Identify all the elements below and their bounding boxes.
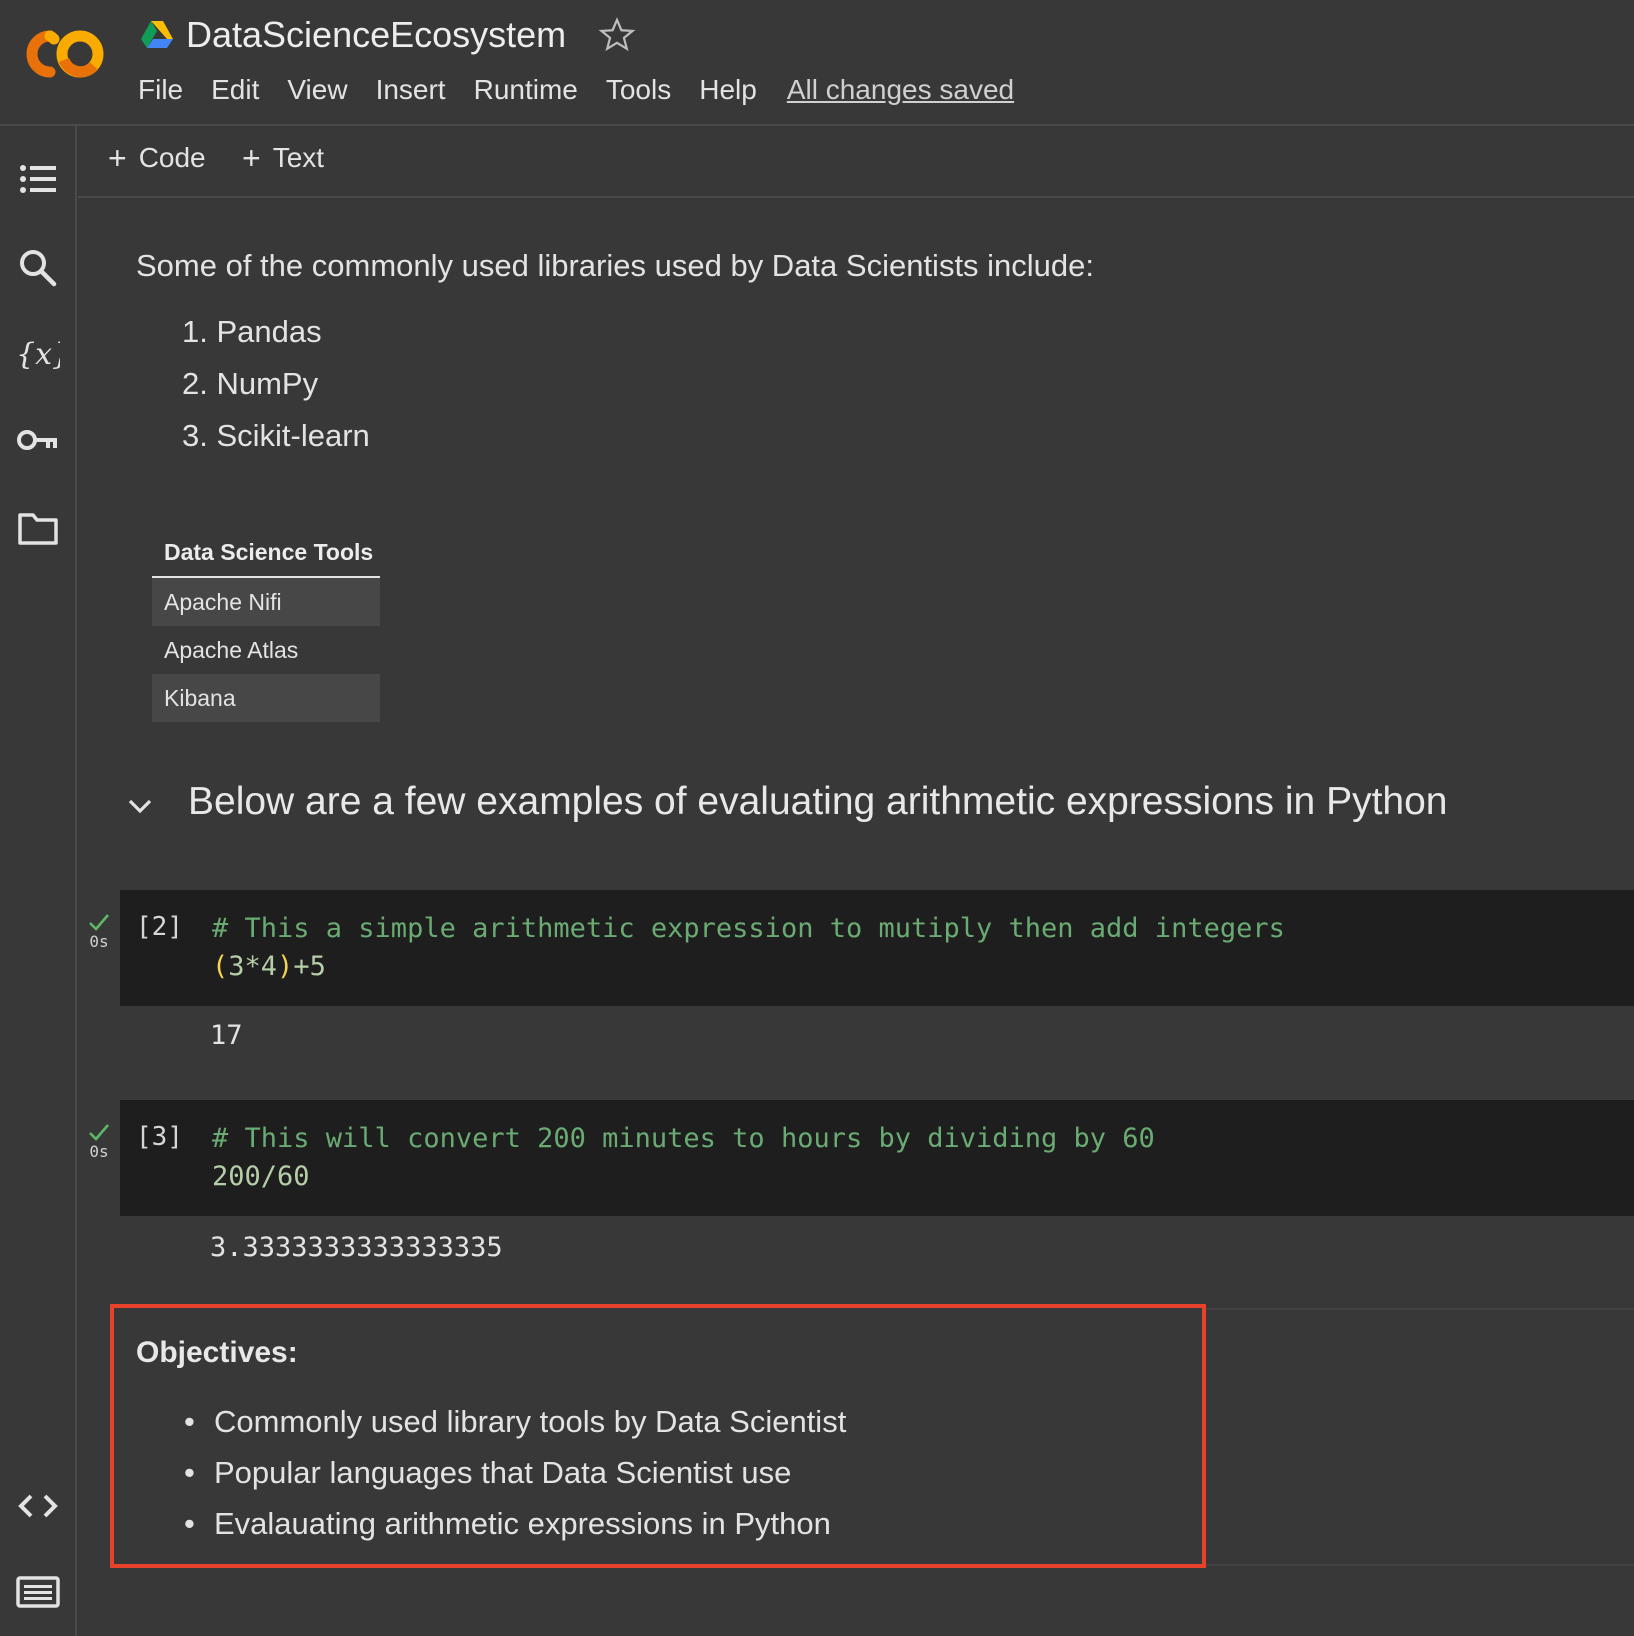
save-status-link[interactable]: All changes saved <box>787 74 1014 106</box>
menu-runtime[interactable]: Runtime <box>474 74 578 106</box>
table-row: Apache Atlas <box>164 637 299 663</box>
table-of-contents-icon[interactable] <box>16 158 60 202</box>
code-expression: 3*4 <box>228 951 278 982</box>
cell-divider <box>1206 1564 1634 1566</box>
cell-run-status: 0s <box>84 912 114 951</box>
table-row: Apache Nifi <box>152 578 380 626</box>
collapse-section-chevron-icon[interactable] <box>124 790 156 822</box>
left-sidebar: {x} <box>0 126 77 1636</box>
execution-time: 0s <box>89 1142 109 1161</box>
list-item: 3. Scikit-learn <box>182 418 370 453</box>
execution-count[interactable]: [2] <box>136 912 183 942</box>
cell-output: 17 <box>210 1020 243 1051</box>
list-item: • Evalauating arithmetic expressions in P… <box>184 1506 846 1557</box>
menu-bar: File Edit View Insert Runtime Tools Help… <box>138 74 1014 106</box>
menu-file[interactable]: File <box>138 74 183 106</box>
code-expression: 200/60 <box>212 1161 310 1192</box>
add-code-button[interactable]: + Code <box>108 142 206 174</box>
objectives-title: Objectives: <box>136 1336 298 1369</box>
add-code-label: Code <box>138 142 206 173</box>
code-snippets-icon[interactable] <box>16 1484 60 1528</box>
code-comment: # This a simple arithmetic expression to… <box>212 913 1285 944</box>
intro-text: Some of the commonly used libraries used… <box>136 248 1095 283</box>
cell-divider <box>1206 1308 1634 1310</box>
menu-edit[interactable]: Edit <box>211 74 259 106</box>
colab-logo-icon[interactable] <box>20 22 110 86</box>
star-icon[interactable] <box>598 16 636 54</box>
section-heading: Below are a few examples of evaluating a… <box>188 780 1448 823</box>
objectives-list: • Commonly used library tools by Data Sci… <box>184 1404 846 1557</box>
objective-text: Evalauating arithmetic expressions in Py… <box>214 1506 831 1541</box>
search-icon[interactable] <box>16 246 60 290</box>
list-item: 1. Pandas <box>182 314 322 349</box>
notebook-title[interactable]: DataScienceEcosystem <box>186 14 566 56</box>
add-text-label: Text <box>272 142 325 173</box>
app-header: DataScienceEcosystem File Edit View Inse… <box>0 0 1634 126</box>
objective-text: Popular languages that Data Scientist us… <box>214 1455 792 1490</box>
code-expression: +5 <box>293 951 326 982</box>
cell-run-status: 0s <box>84 1122 114 1161</box>
notebook-toolbar: + Code + Text <box>78 126 1634 198</box>
list-item: • Commonly used library tools by Data Sci… <box>184 1404 846 1455</box>
code-cell[interactable]: [3] # This will convert 200 minutes to h… <box>120 1100 1634 1216</box>
code-paren: ) <box>277 951 294 982</box>
secrets-key-icon[interactable] <box>16 418 60 462</box>
objective-text: Commonly used library tools by Data Scie… <box>214 1404 847 1439</box>
table-header: Data Science Tools <box>152 530 380 578</box>
plus-icon: + <box>242 140 261 176</box>
code-editor[interactable]: # This will convert 200 minutes to hours… <box>212 1120 1155 1196</box>
menu-view[interactable]: View <box>287 74 347 106</box>
menu-insert[interactable]: Insert <box>376 74 446 106</box>
execution-time: 0s <box>89 932 109 951</box>
code-comment: # This will convert 200 minutes to hours… <box>212 1123 1155 1154</box>
bullet-icon: • <box>184 1455 195 1490</box>
cell-output: 3.3333333333333335 <box>210 1232 503 1263</box>
terminal-icon[interactable] <box>16 1570 60 1614</box>
check-icon <box>89 914 109 931</box>
check-icon <box>89 1124 109 1141</box>
objectives-highlight-box[interactable]: Objectives: • Commonly used library tools… <box>110 1304 1206 1568</box>
table-row: Kibana <box>152 674 380 722</box>
add-text-button[interactable]: + Text <box>242 142 324 174</box>
code-paren: ( <box>212 951 229 982</box>
code-cell[interactable]: [2] # This a simple arithmetic expressio… <box>120 890 1634 1006</box>
variables-icon[interactable]: {x} <box>16 332 60 376</box>
list-item: 2. NumPy <box>182 366 319 401</box>
bullet-icon: • <box>184 1404 195 1439</box>
libraries-list: 1. Pandas 2. NumPy 3. Scikit-learn <box>182 314 370 470</box>
execution-count[interactable]: [3] <box>136 1122 183 1152</box>
tools-table: Data Science Tools Apache Nifi Apache At… <box>152 530 380 722</box>
code-editor[interactable]: # This a simple arithmetic expression to… <box>212 910 1285 986</box>
plus-icon: + <box>108 140 127 176</box>
svg-text:{x}: {x} <box>16 337 60 372</box>
bullet-icon: • <box>184 1506 195 1541</box>
menu-tools[interactable]: Tools <box>606 74 671 106</box>
google-drive-icon[interactable] <box>140 18 174 52</box>
files-folder-icon[interactable] <box>16 506 60 550</box>
menu-help[interactable]: Help <box>699 74 757 106</box>
list-item: • Popular languages that Data Scientist u… <box>184 1455 846 1506</box>
